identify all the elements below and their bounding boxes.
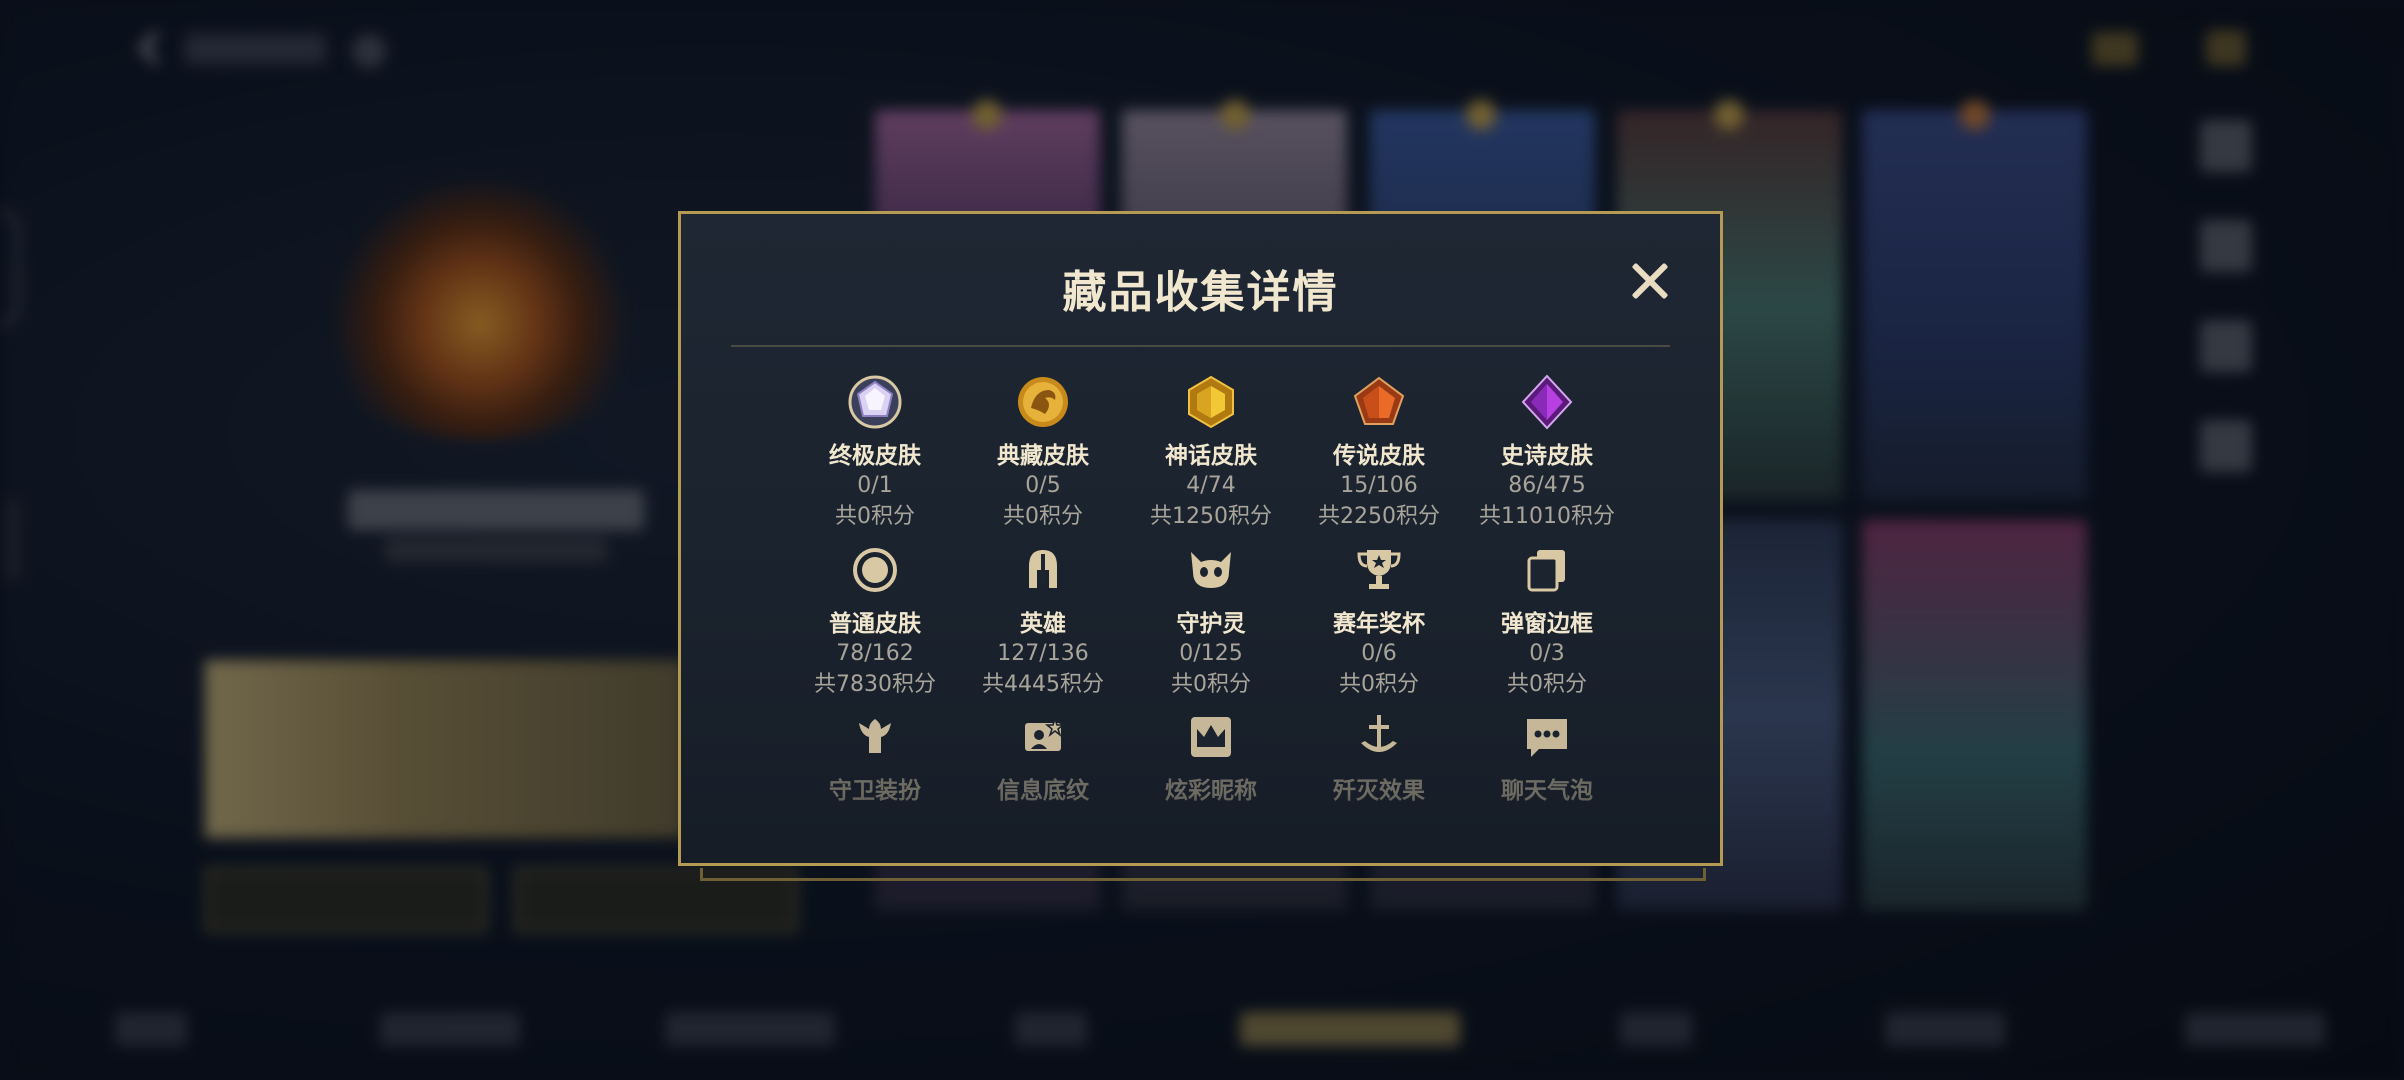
- collection-item-ultimate-skin[interactable]: 终极皮肤 0/1 共0积分: [791, 374, 959, 532]
- white-gem-icon: [848, 375, 902, 429]
- title-divider: [731, 345, 1670, 347]
- item-label: 典藏皮肤: [997, 443, 1089, 469]
- collection-item-chat-bubble[interactable]: 聊天气泡: [1463, 709, 1631, 805]
- item-points: 共0积分: [1339, 672, 1419, 697]
- collection-item-popup-frame[interactable]: 弹窗边框 0/3 共0积分: [1463, 542, 1631, 700]
- item-label: 炫彩昵称: [1165, 778, 1257, 804]
- collection-item-guardian[interactable]: 守护灵 0/125 共0积分: [1127, 542, 1295, 700]
- item-label: 守卫装扮: [829, 778, 921, 804]
- item-points: 共7830积分: [814, 672, 936, 697]
- item-count: 86/475: [1508, 473, 1586, 498]
- collection-item-profile-card[interactable]: 信息底纹: [959, 709, 1127, 805]
- collection-item-ace-effect[interactable]: 歼灭效果: [1295, 709, 1463, 805]
- item-points: 共4445积分: [982, 672, 1104, 697]
- item-points: 共0积分: [1003, 504, 1083, 529]
- item-count: 4/74: [1186, 473, 1236, 498]
- frame-icon: [1527, 550, 1565, 592]
- item-count: 0/125: [1179, 641, 1243, 666]
- ward-icon: [859, 719, 891, 753]
- chat-bubble-icon: [1527, 719, 1567, 757]
- item-label: 信息底纹: [997, 778, 1089, 804]
- ring-icon: [853, 548, 897, 592]
- item-label: 赛年奖杯: [1333, 611, 1425, 637]
- item-count: 0/6: [1361, 641, 1397, 666]
- collection-item-legendary-skin[interactable]: 传说皮肤 15/106 共2250积分: [1295, 374, 1463, 532]
- item-points: 共0积分: [835, 504, 915, 529]
- collection-item-prestige-skin[interactable]: 典藏皮肤 0/5 共0积分: [959, 374, 1127, 532]
- collection-item-champion[interactable]: 英雄 127/136 共4445积分: [959, 542, 1127, 700]
- item-points: 共11010积分: [1479, 504, 1615, 529]
- collection-item-epic-skin[interactable]: 史诗皮肤 86/475 共11010积分: [1463, 374, 1631, 532]
- item-count: 127/136: [997, 641, 1089, 666]
- trophy-icon: [1357, 550, 1401, 589]
- item-label: 弹窗边框: [1501, 611, 1593, 637]
- item-points: 共2250积分: [1318, 504, 1440, 529]
- dialog-title: 藏品收集详情: [1062, 267, 1339, 318]
- modal-shadow-edge: [700, 868, 1706, 881]
- item-label: 聊天气泡: [1501, 778, 1593, 804]
- collection-details-dialog: 藏品收集详情 终极皮肤 0/1 共0积分 典藏皮肤 0/5 共0积分 神话皮肤 …: [678, 211, 1723, 866]
- collection-item-ward-skin[interactable]: 守卫装扮: [791, 709, 959, 805]
- purple-gem-icon: [1521, 374, 1573, 430]
- guardian-icon: [1191, 552, 1231, 588]
- sword-icon: [1361, 715, 1397, 752]
- orange-gem-icon: [1353, 376, 1405, 425]
- item-count: 0/5: [1025, 473, 1061, 498]
- close-icon[interactable]: [1625, 256, 1675, 306]
- item-label: 神话皮肤: [1165, 443, 1257, 469]
- collection-item-colorful-nickname[interactable]: 炫彩昵称: [1127, 709, 1295, 805]
- collection-item-normal-skin[interactable]: 普通皮肤 78/162 共7830积分: [791, 542, 959, 700]
- item-label: 歼灭效果: [1333, 778, 1425, 804]
- item-label: 英雄: [1020, 611, 1066, 637]
- crown-icon: [1191, 717, 1231, 757]
- item-label: 普通皮肤: [829, 611, 921, 637]
- item-count: 78/162: [836, 641, 914, 666]
- collection-item-season-trophy[interactable]: 赛年奖杯 0/6 共0积分: [1295, 542, 1463, 700]
- item-label: 史诗皮肤: [1501, 443, 1593, 469]
- item-label: 终极皮肤: [829, 443, 921, 469]
- item-label: 守护灵: [1176, 611, 1246, 637]
- item-points: 共0积分: [1171, 672, 1251, 697]
- item-label: 传说皮肤: [1333, 443, 1425, 469]
- collection-item-mythic-skin[interactable]: 神话皮肤 4/74 共1250积分: [1127, 374, 1295, 532]
- item-count: 15/106: [1340, 473, 1418, 498]
- profile-card-icon: [1025, 716, 1066, 751]
- item-count: 0/3: [1529, 641, 1565, 666]
- item-count: 0/1: [857, 473, 893, 498]
- golden-dragon-icon: [1018, 377, 1068, 427]
- helmet-icon: [1029, 550, 1057, 588]
- gold-gem-icon: [1188, 375, 1234, 429]
- item-points: 共1250积分: [1150, 504, 1272, 529]
- item-points: 共0积分: [1507, 672, 1587, 697]
